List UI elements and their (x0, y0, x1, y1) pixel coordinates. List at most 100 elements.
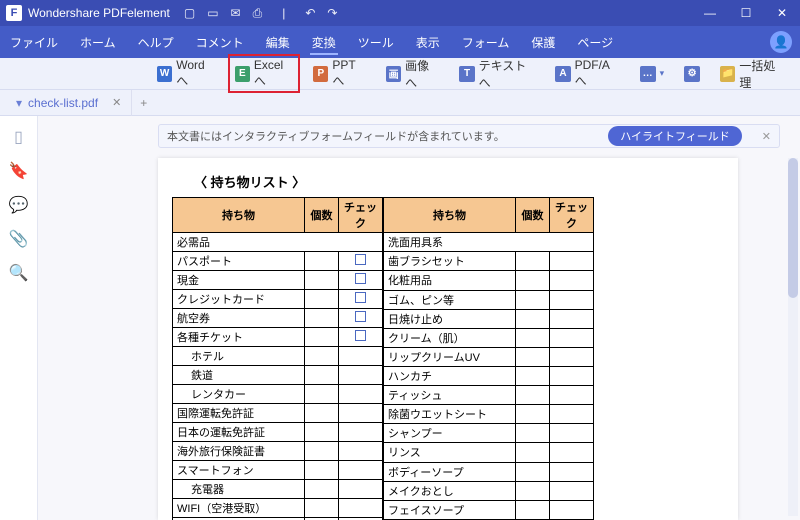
check-cell[interactable] (550, 290, 594, 309)
count-cell[interactable] (516, 252, 550, 271)
check-cell[interactable] (339, 385, 383, 404)
count-cell[interactable] (305, 385, 339, 404)
redo-icon[interactable]: ↷ (327, 6, 337, 20)
ribbon-btn-7[interactable]: ⚙ (677, 62, 707, 86)
check-cell[interactable] (550, 481, 594, 500)
menu-item-9[interactable]: 保護 (529, 30, 557, 55)
count-cell[interactable] (305, 366, 339, 385)
count-cell[interactable] (516, 462, 550, 481)
tab-close-icon[interactable]: ✕ (112, 96, 121, 109)
check-cell[interactable] (339, 347, 383, 366)
open-icon[interactable]: ▭ (207, 6, 218, 20)
check-cell[interactable] (339, 499, 383, 518)
attachment-icon[interactable]: 📎 (10, 230, 28, 248)
ribbon-Excelへ[interactable]: EExcelへ (228, 54, 301, 93)
count-cell[interactable] (516, 366, 550, 385)
count-cell[interactable] (516, 347, 550, 366)
checkbox-icon[interactable] (355, 273, 366, 284)
ribbon-画像へ[interactable]: 画画像へ (379, 53, 446, 95)
minimize-button[interactable]: — (692, 0, 728, 26)
search-icon[interactable]: 🔍 (10, 264, 28, 282)
check-cell[interactable] (550, 252, 594, 271)
user-avatar-icon[interactable]: 👤 (770, 31, 792, 53)
check-cell[interactable] (339, 480, 383, 499)
menu-item-5[interactable]: 変換 (310, 30, 338, 55)
menu-item-8[interactable]: フォーム (460, 30, 512, 55)
count-cell[interactable] (516, 271, 550, 290)
check-cell[interactable] (339, 404, 383, 423)
menu-item-4[interactable]: 編集 (264, 30, 292, 55)
check-cell[interactable] (550, 443, 594, 462)
ribbon-一括処理[interactable]: 📁一括処理 (713, 53, 792, 95)
check-cell[interactable] (550, 386, 594, 405)
checkbox-icon[interactable] (355, 254, 366, 265)
check-cell[interactable] (339, 309, 383, 328)
count-cell[interactable] (516, 309, 550, 328)
check-cell[interactable] (339, 366, 383, 385)
checkbox-icon[interactable] (355, 292, 366, 303)
count-cell[interactable] (516, 481, 550, 500)
menu-item-2[interactable]: ヘルプ (136, 30, 176, 55)
count-cell[interactable] (516, 424, 550, 443)
check-cell[interactable] (550, 347, 594, 366)
ribbon-テキストへ[interactable]: Tテキストへ (452, 53, 542, 95)
count-cell[interactable] (516, 290, 550, 309)
check-cell[interactable] (550, 500, 594, 519)
count-cell[interactable] (305, 347, 339, 366)
ribbon-PPTへ[interactable]: PPPTへ (306, 54, 373, 93)
count-cell[interactable] (305, 290, 339, 309)
count-cell[interactable] (516, 500, 550, 519)
count-cell[interactable] (305, 271, 339, 290)
highlight-fields-button[interactable]: ハイライトフィールド (608, 126, 742, 146)
ribbon-Wordへ[interactable]: WWordへ (150, 54, 222, 93)
mail-icon[interactable]: ✉ (231, 6, 241, 20)
notice-close-icon[interactable]: ✕ (762, 130, 771, 143)
count-cell[interactable] (305, 480, 339, 499)
count-cell[interactable] (305, 328, 339, 347)
count-cell[interactable] (305, 461, 339, 480)
tab-add-button[interactable]: + (132, 96, 155, 110)
check-cell[interactable] (339, 252, 383, 271)
count-cell[interactable] (516, 405, 550, 424)
count-cell[interactable] (305, 404, 339, 423)
ribbon-PDF/Aへ[interactable]: APDF/Aへ (548, 54, 626, 93)
menu-item-7[interactable]: 表示 (414, 30, 442, 55)
count-cell[interactable] (516, 328, 550, 347)
menu-item-10[interactable]: ページ (575, 30, 615, 55)
maximize-button[interactable]: ☐ (728, 0, 764, 26)
folder-icon[interactable]: ▢ (184, 6, 195, 20)
checkbox-icon[interactable] (355, 330, 366, 341)
count-cell[interactable] (305, 252, 339, 271)
check-cell[interactable] (550, 271, 594, 290)
count-cell[interactable] (305, 423, 339, 442)
check-cell[interactable] (550, 462, 594, 481)
menu-item-1[interactable]: ホーム (78, 30, 118, 55)
checkbox-icon[interactable] (355, 311, 366, 322)
document-tab[interactable]: ▾ check-list.pdf ✕ (6, 90, 132, 116)
vertical-scrollbar[interactable] (788, 158, 798, 516)
check-cell[interactable] (339, 290, 383, 309)
undo-icon[interactable]: ↶ (305, 6, 315, 20)
comments-icon[interactable]: 💬 (10, 196, 28, 214)
count-cell[interactable] (516, 443, 550, 462)
count-cell[interactable] (516, 386, 550, 405)
check-cell[interactable] (339, 423, 383, 442)
close-button[interactable]: ✕ (764, 0, 800, 26)
check-cell[interactable] (550, 309, 594, 328)
menu-item-3[interactable]: コメント (194, 30, 246, 55)
check-cell[interactable] (339, 271, 383, 290)
scrollbar-thumb[interactable] (788, 158, 798, 298)
menu-item-0[interactable]: ファイル (8, 30, 60, 55)
count-cell[interactable] (305, 499, 339, 518)
check-cell[interactable] (550, 366, 594, 385)
count-cell[interactable] (305, 309, 339, 328)
menu-item-6[interactable]: ツール (356, 30, 396, 55)
check-cell[interactable] (550, 328, 594, 347)
check-cell[interactable] (339, 328, 383, 347)
thumbnails-icon[interactable]: ▯ (10, 128, 28, 146)
check-cell[interactable] (550, 424, 594, 443)
check-cell[interactable] (339, 461, 383, 480)
count-cell[interactable] (305, 442, 339, 461)
ribbon-btn-6[interactable]: …▾ (633, 62, 672, 86)
check-cell[interactable] (339, 442, 383, 461)
